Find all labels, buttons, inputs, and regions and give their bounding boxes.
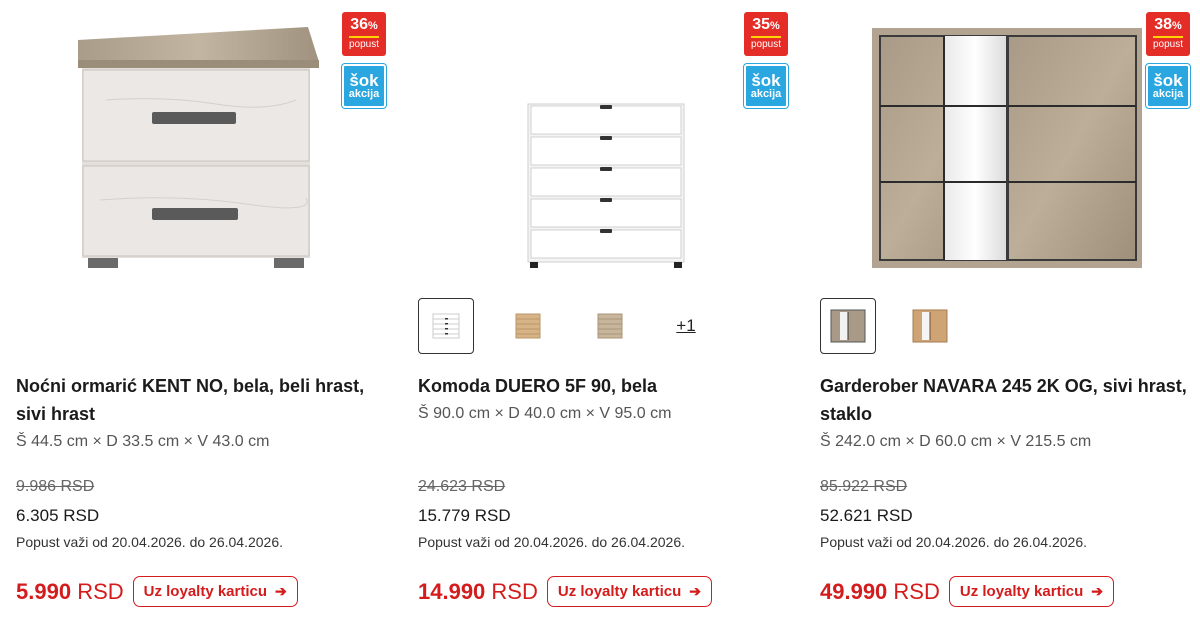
discount-label: popust: [1152, 36, 1184, 51]
loyalty-card-button[interactable]: Uz loyalty karticu ➔: [948, 576, 1114, 607]
sok-label: šok: [1153, 70, 1183, 90]
old-price: 24.623 RSD: [418, 478, 506, 495]
loyalty-price: 14.990 RSD: [418, 579, 538, 605]
discounted-price: 15.779 RSD: [418, 506, 511, 525]
swatch-grey-oak[interactable]: [820, 298, 876, 354]
sok-akcija-badge: šok akcija: [744, 64, 788, 108]
swatch-grey-oak[interactable]: [582, 298, 638, 354]
discount-badge: 36% popust: [342, 12, 386, 56]
loyalty-price: 49.990 RSD: [820, 579, 940, 605]
product-dimensions: Š 90.0 cm × D 40.0 cm × V 95.0 cm: [418, 405, 672, 422]
nightstand-image: [78, 27, 319, 268]
akcija-label: akcija: [348, 87, 380, 100]
natural-oak-wardrobe-thumb: [912, 309, 948, 343]
product-card[interactable]: 38% popust šok akcija Garderober NAVARA …: [820, 0, 1192, 617]
product-title[interactable]: Komoda DUERO 5F 90, bela: [418, 372, 790, 400]
percent-sign: %: [770, 20, 780, 32]
product-image[interactable]: 35% popust šok akcija: [418, 0, 790, 278]
product-image[interactable]: 38% popust šok akcija: [820, 0, 1192, 278]
more-variants-link[interactable]: +1: [664, 316, 708, 336]
sok-akcija-badge: šok akcija: [1146, 64, 1190, 108]
swatch-white[interactable]: [418, 298, 474, 354]
promo-validity: Popust važi od 20.04.2026. do 26.04.2026…: [16, 534, 283, 550]
loyalty-card-button[interactable]: Uz loyalty karticu ➔: [132, 576, 298, 607]
percent-sign: %: [368, 20, 378, 32]
loyalty-button-label: Uz loyalty karticu: [959, 583, 1084, 600]
discount-value: 35: [752, 16, 770, 33]
akcija-label: akcija: [1152, 87, 1184, 100]
promo-validity: Popust važi od 20.04.2026. do 26.04.2026…: [820, 534, 1087, 550]
sok-label: šok: [751, 70, 781, 90]
old-price: 85.922 RSD: [820, 478, 908, 495]
color-swatches: +1: [418, 298, 708, 354]
product-image[interactable]: 36% popust šok akcija: [16, 0, 388, 278]
akcija-label: akcija: [750, 87, 782, 100]
loyalty-price: 5.990 RSD: [16, 579, 124, 605]
loyalty-button-label: Uz loyalty karticu: [143, 583, 268, 600]
discount-label: popust: [348, 36, 380, 51]
loyalty-currency: RSD: [893, 578, 940, 604]
product-dimensions: Š 44.5 cm × D 33.5 cm × V 43.0 cm: [16, 433, 270, 450]
discounted-price: 52.621 RSD: [820, 506, 913, 525]
dresser-image: [527, 103, 685, 268]
loyalty-amount: 49.990: [820, 578, 888, 604]
swatch-natural-oak[interactable]: [902, 298, 958, 354]
discount-badge: 38% popust: [1146, 12, 1190, 56]
grey-oak-wardrobe-thumb: [830, 309, 866, 343]
arrow-right-icon: ➔: [689, 583, 701, 599]
loyalty-card-button[interactable]: Uz loyalty karticu ➔: [546, 576, 712, 607]
discount-value: 38: [1154, 16, 1172, 33]
arrow-right-icon: ➔: [1091, 583, 1103, 599]
sok-akcija-badge: šok akcija: [342, 64, 386, 108]
product-dimensions: Š 242.0 cm × D 60.0 cm × V 215.5 cm: [820, 433, 1092, 450]
product-card[interactable]: 36% popust šok akcija Noćni ormarić KENT…: [16, 0, 388, 617]
loyalty-amount: 5.990: [16, 578, 72, 604]
swatch-oak[interactable]: [500, 298, 556, 354]
grey-oak-dresser-thumb: [597, 313, 623, 339]
sok-label: šok: [349, 70, 379, 90]
product-title[interactable]: Noćni ormarić KENT NO, bela, beli hrast,…: [16, 372, 388, 428]
product-card[interactable]: 35% popust šok akcija +1 Komoda DUERO 5F…: [418, 0, 790, 617]
oak-dresser-thumb: [515, 313, 541, 339]
product-title[interactable]: Garderober NAVARA 245 2K OG, sivi hrast,…: [820, 372, 1192, 428]
old-price: 9.986 RSD: [16, 478, 95, 495]
discount-label: popust: [750, 36, 782, 51]
wardrobe-image: [872, 28, 1142, 268]
discount-badge: 35% popust: [744, 12, 788, 56]
loyalty-currency: RSD: [491, 578, 538, 604]
loyalty-currency: RSD: [77, 578, 124, 604]
percent-sign: %: [1172, 20, 1182, 32]
promo-validity: Popust važi od 20.04.2026. do 26.04.2026…: [418, 534, 685, 550]
discount-value: 36: [350, 16, 368, 33]
discounted-price: 6.305 RSD: [16, 506, 100, 525]
loyalty-button-label: Uz loyalty karticu: [557, 583, 682, 600]
arrow-right-icon: ➔: [275, 583, 287, 599]
white-dresser-thumb: [432, 313, 460, 339]
loyalty-amount: 14.990: [418, 578, 486, 604]
color-swatches: [820, 298, 958, 354]
